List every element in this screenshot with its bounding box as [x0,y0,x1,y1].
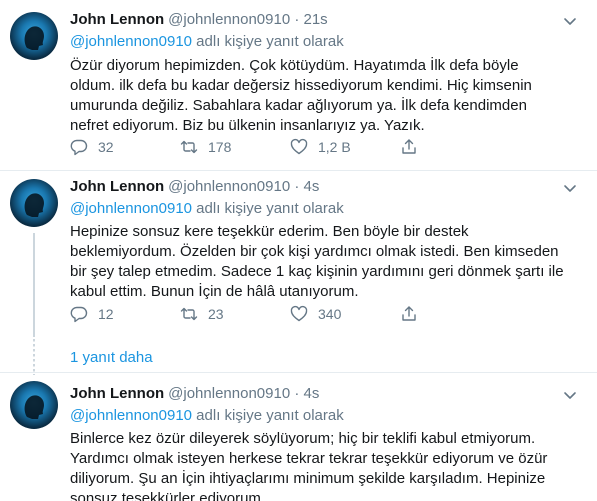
caret-down-icon[interactable] [561,386,579,404]
author-name[interactable]: John Lennon [70,385,164,402]
retweet-icon [180,307,198,321]
tweet-text: Özür diyorum hepimizden. Çok kötüydüm. H… [70,56,575,136]
tweet-text-line: bir şey talep etmedim. Sadece 1 kaç kişi… [70,263,564,280]
tweet-text-line: oldum. ilk defa bu kadar değersiz hissed… [70,77,532,94]
thread-line [33,233,35,337]
mention-link[interactable]: @johnlennon0910 [70,407,192,424]
replying-to: @johnlennon0910 adlı kişiye yanıt olarak [70,199,344,219]
timestamp[interactable]: 4s [304,385,320,402]
tweet[interactable]: John Lennon @johnlennon0910 · 21s @johnle… [0,0,597,175]
like-button[interactable]: 340 [290,304,400,324]
mention-link[interactable]: @johnlennon0910 [70,200,192,217]
reply-icon [70,139,88,156]
like-icon [290,138,308,155]
retweet-count: 178 [208,139,232,155]
tweet-header: John Lennon @johnlennon0910 · 4s [70,384,319,404]
tweet-text-line: Yardımcı olmak isteyen herkese tekrar te… [70,450,548,467]
caret-down-icon[interactable] [561,12,579,30]
timestamp[interactable]: 4s [304,178,320,195]
retweet-count: 23 [208,306,224,322]
share-button[interactable] [400,137,510,157]
replying-suffix: adlı kişiye yanıt olarak [196,33,344,50]
like-count: 340 [318,306,342,322]
tweet-text-line: beklemiyordum. Özelden bir çok kişi yard… [70,243,559,260]
tweet-text-line: kabul ettim. Bunun İçin de hâlâ utanıyor… [70,283,359,300]
like-button[interactable]: 1,2 B [290,137,400,157]
tweet-text-line: Özür diyorum hepimizden. Çok kötüydüm. H… [70,57,519,74]
replying-suffix: adlı kişiye yanıt olarak [196,200,344,217]
tweet-text: Hepinize sonsuz kere teşekkür ederim. Be… [70,222,575,302]
tweet-actions: 12 23 340 [70,304,510,324]
share-icon [402,139,416,154]
replying-to: @johnlennon0910 adlı kişiye yanıt olarak [70,32,344,52]
separator-dot: · [294,11,300,28]
avatar[interactable] [10,381,58,429]
reply-count: 32 [98,139,114,155]
share-icon [402,306,416,321]
tweet-text-line: diliyorum. Şu an İçin ihtiyaçlarımı mini… [70,470,546,487]
tweet-header: John Lennon @johnlennon0910 · 21s [70,10,328,30]
reply-count: 12 [98,306,114,322]
tweet[interactable]: John Lennon @johnlennon0910 · 4s @johnlen… [0,171,597,341]
mention-link[interactable]: @johnlennon0910 [70,33,192,50]
more-replies-link[interactable]: 1 yanıt daha [70,349,153,366]
replying-suffix: adlı kişiye yanıt olarak [196,407,344,424]
retweet-button[interactable]: 23 [180,304,290,324]
tweet-text-line: Binlerce kez özür dileyerek söylüyorum; … [70,430,536,447]
like-count: 1,2 B [318,139,351,155]
author-name[interactable]: John Lennon [70,11,164,28]
separator-dot: · [294,178,300,195]
reply-button[interactable]: 12 [70,304,180,324]
reply-button[interactable]: 32 [70,137,180,157]
tweet-text-line: Hepinize sonsuz kere teşekkür ederim. Be… [70,223,469,240]
replying-to: @johnlennon0910 adlı kişiye yanıt olarak [70,406,344,426]
thread-dots [33,339,35,375]
timestamp[interactable]: 21s [304,11,328,28]
tweet[interactable]: John Lennon @johnlennon0910 · 4s @johnlen… [0,373,597,501]
author-name[interactable]: John Lennon [70,178,164,195]
tweet-header: John Lennon @johnlennon0910 · 4s [70,177,319,197]
like-icon [290,305,308,322]
tweet-text-line: umurunda değiliz. Sabahlara kadar ağlıyo… [70,97,527,114]
author-handle[interactable]: @johnlennon0910 [168,178,290,195]
reply-icon [70,306,88,323]
avatar[interactable] [10,179,58,227]
avatar[interactable] [10,12,58,60]
share-button[interactable] [400,304,510,324]
author-handle[interactable]: @johnlennon0910 [168,11,290,28]
tweet-text: Binlerce kez özür dileyerek söylüyorum; … [70,429,575,501]
tweet-actions: 32 178 1,2 B [70,137,510,157]
separator-dot: · [294,385,300,402]
tweet-text-line: nefret ediyorum. Biz bu ülkenin insanlar… [70,117,425,134]
tweet-text-line: sonsuz teşekkürler ediyorum. [70,490,266,501]
author-handle[interactable]: @johnlennon0910 [168,385,290,402]
retweet-button[interactable]: 178 [180,137,290,157]
caret-down-icon[interactable] [561,179,579,197]
retweet-icon [180,140,198,154]
